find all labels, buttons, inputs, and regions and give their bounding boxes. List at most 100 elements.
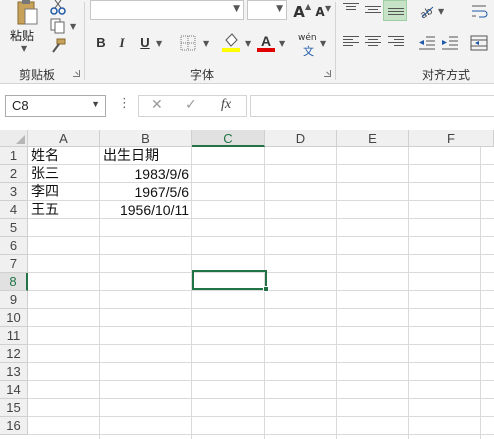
insert-function-button[interactable]: fx — [221, 97, 231, 113]
gridline — [336, 147, 337, 439]
gridline — [28, 362, 494, 363]
row-header-8[interactable]: 8 — [0, 273, 28, 291]
font-dialog-launcher[interactable] — [324, 70, 331, 77]
wrap-text-icon[interactable] — [470, 3, 488, 19]
italic-button[interactable]: I — [116, 35, 128, 53]
name-box[interactable]: C8 ▼ — [5, 95, 106, 117]
copy-icon[interactable] — [49, 18, 67, 34]
column-header-e[interactable]: E — [337, 130, 409, 147]
underline-button[interactable]: U — [138, 35, 152, 53]
orientation-icon[interactable]: ab — [418, 3, 436, 19]
gridline — [28, 326, 494, 327]
row-header-1[interactable]: 1 — [0, 147, 28, 165]
cell-a4[interactable]: 王五 — [28, 201, 100, 219]
row-header-11[interactable]: 11 — [0, 327, 28, 345]
phonetic-dropdown-arrow[interactable]: ▼ — [320, 39, 326, 48]
align-left-icon[interactable] — [343, 36, 359, 50]
group-divider — [84, 2, 85, 80]
name-box-dropdown-arrow[interactable]: ▼ — [91, 99, 100, 109]
top-align-icon[interactable] — [343, 3, 359, 17]
worksheet-grid[interactable]: A B C D E F 1 2 3 4 5 6 7 8 9 10 11 12 1… — [0, 130, 494, 439]
name-box-value: C8 — [12, 98, 29, 113]
cell-a2[interactable]: 张三 — [28, 165, 100, 183]
row-header-10[interactable]: 10 — [0, 309, 28, 327]
gridline — [264, 147, 265, 439]
gridline — [28, 434, 494, 435]
row-header-5[interactable]: 5 — [0, 219, 28, 237]
font-group-label: 字体 — [189, 68, 214, 82]
underline-dropdown-arrow[interactable]: ▼ — [156, 39, 162, 48]
column-header-b[interactable]: B — [100, 130, 192, 147]
enter-icon[interactable]: ✓ — [185, 97, 197, 113]
row-header-14[interactable]: 14 — [0, 381, 28, 399]
column-header-d[interactable]: D — [265, 130, 337, 147]
gridline — [28, 308, 494, 309]
borders-dropdown-arrow[interactable]: ▼ — [203, 39, 209, 48]
svg-text:A: A — [261, 33, 271, 49]
font-color-dropdown-arrow[interactable]: ▼ — [279, 39, 285, 48]
cell-b2[interactable]: 1983/9/6 — [100, 165, 192, 183]
cell-b4[interactable]: 1956/10/11 — [100, 201, 192, 219]
borders-icon[interactable] — [180, 35, 198, 51]
active-cell-c8[interactable] — [192, 270, 267, 290]
formula-bar-grip[interactable]: ⋮ — [118, 96, 131, 111]
font-size-combo[interactable]: ▼ — [247, 0, 287, 20]
paste-icon[interactable] — [16, 0, 38, 26]
fill-handle[interactable] — [263, 286, 269, 292]
gridline — [28, 416, 494, 417]
merge-center-icon[interactable] — [470, 35, 488, 51]
paste-dropdown-arrow[interactable]: ▼ — [21, 44, 27, 53]
formula-input[interactable] — [250, 95, 494, 117]
row-header-12[interactable]: 12 — [0, 345, 28, 363]
cell-b3[interactable]: 1967/5/6 — [100, 183, 192, 201]
phonetic-guide-button[interactable]: wén — [298, 33, 317, 43]
column-header-f[interactable]: F — [409, 130, 494, 147]
gridline — [28, 344, 494, 345]
orientation-dropdown-arrow[interactable]: ▼ — [438, 7, 444, 16]
bottom-align-button[interactable] — [383, 0, 407, 21]
align-center-icon[interactable] — [365, 36, 381, 50]
copy-dropdown-arrow[interactable]: ▼ — [70, 22, 76, 31]
phonetic-guide-glyph: 文 — [303, 45, 314, 58]
group-divider — [335, 2, 336, 80]
cancel-icon[interactable]: ✕ — [151, 97, 163, 113]
alignment-group-label: 对齐方式 — [421, 68, 470, 82]
font-color-icon[interactable]: A — [257, 32, 275, 54]
fill-color-dropdown-arrow[interactable]: ▼ — [245, 39, 251, 48]
row-header-3[interactable]: 3 — [0, 183, 28, 201]
row-header-6[interactable]: 6 — [0, 237, 28, 255]
font-family-combo[interactable]: ▼ — [90, 0, 244, 20]
fill-color-icon[interactable] — [222, 32, 240, 54]
shrink-font-arrow: ▼ — [325, 4, 332, 13]
format-painter-icon[interactable] — [49, 38, 67, 54]
gridline — [28, 290, 494, 291]
bottom-align-icon — [388, 8, 404, 22]
clipboard-dialog-launcher[interactable] — [73, 70, 80, 77]
row-header-4[interactable]: 4 — [0, 201, 28, 219]
increase-indent-icon[interactable] — [441, 35, 459, 51]
column-header-a[interactable]: A — [28, 130, 100, 147]
bold-button[interactable]: B — [94, 35, 108, 53]
row-header-7[interactable]: 7 — [0, 255, 28, 273]
decrease-indent-icon[interactable] — [418, 35, 436, 51]
cell-b1[interactable]: 出生日期 — [100, 147, 192, 165]
row-header-9[interactable]: 9 — [0, 291, 28, 309]
middle-align-icon[interactable] — [365, 6, 381, 20]
grow-font-button[interactable]: A — [292, 3, 306, 21]
cut-icon[interactable] — [49, 0, 67, 16]
cell-a1[interactable]: 姓名 — [28, 147, 100, 165]
paste-button[interactable]: 粘贴 — [10, 27, 34, 44]
row-header-13[interactable]: 13 — [0, 363, 28, 381]
row-header-16[interactable]: 16 — [0, 417, 28, 435]
gridline — [28, 380, 494, 381]
row-header-2[interactable]: 2 — [0, 165, 28, 183]
gridline — [480, 147, 481, 439]
cell-a3[interactable]: 李四 — [28, 183, 100, 201]
column-header-c[interactable]: C — [192, 130, 265, 147]
gridline — [28, 254, 494, 255]
gridline — [408, 147, 409, 439]
grow-font-arrow: ▲ — [305, 2, 312, 11]
select-all-button[interactable] — [0, 130, 28, 147]
row-header-15[interactable]: 15 — [0, 399, 28, 417]
align-right-icon[interactable] — [388, 36, 404, 50]
